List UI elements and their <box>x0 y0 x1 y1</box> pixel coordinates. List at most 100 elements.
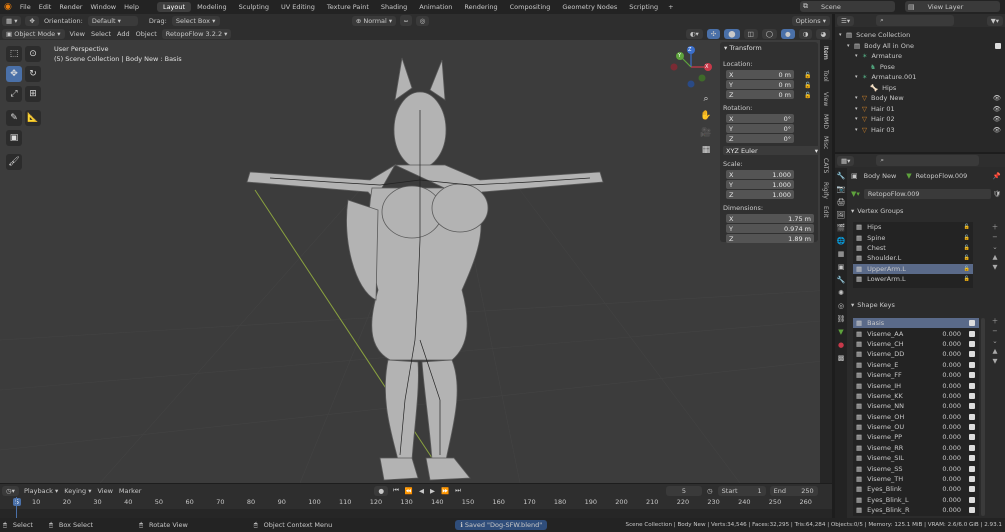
shape-key-value[interactable]: 0.000 <box>942 350 961 358</box>
tab-tool[interactable]: Tool <box>822 70 829 82</box>
shape-key-row[interactable]: ▦ Viseme_AA 0.000 <box>853 328 979 338</box>
shape-keys-panel-header[interactable]: ▾ Shape Keys <box>851 300 1001 310</box>
annotate-tool-icon[interactable]: ✎ <box>6 110 22 126</box>
remove-vertex-group-button[interactable]: − <box>989 232 1001 242</box>
lock-icon[interactable]: 🔓 <box>964 245 970 251</box>
lock-icon[interactable]: 🔓 <box>964 276 970 282</box>
rotate-tool-icon[interactable]: ↻ <box>25 66 41 82</box>
expand-arrow-icon[interactable]: ▾ <box>855 127 862 133</box>
playhead[interactable] <box>16 497 17 518</box>
proportional-edit-toggle[interactable]: ◎ <box>415 15 430 26</box>
dimension-y-field[interactable]: Y 0.974 m <box>726 224 814 233</box>
outliner-row[interactable]: ▾ ✶ Armature.001 <box>835 72 1005 83</box>
shape-key-mute-checkbox[interactable] <box>969 476 975 483</box>
menu-add[interactable]: Add <box>114 30 133 38</box>
expand-arrow-icon[interactable]: ▾ <box>855 106 862 112</box>
shape-key-mute-checkbox[interactable] <box>969 330 975 337</box>
zoom-icon[interactable]: ⌕ <box>699 92 713 106</box>
outliner-row[interactable]: ▾ ▽ Body New 👁 <box>835 93 1005 104</box>
view-layer-tab-icon[interactable]: 🖼 <box>837 211 846 219</box>
vertex-group-row[interactable]: ▦ Shoulder.L 🔓 <box>853 253 973 263</box>
shape-key-mute-checkbox[interactable] <box>969 455 975 462</box>
retopoflow-menu[interactable]: RetopoFlow 3.2.2 ▾ <box>161 28 232 39</box>
scale-y-field[interactable]: Y 1.000 <box>726 180 794 189</box>
scale-tool-icon[interactable]: ⤢ <box>6 86 22 102</box>
move-vertex-group-up-button[interactable]: ▲ <box>989 252 1001 262</box>
shape-key-value[interactable]: 0.000 <box>942 361 961 369</box>
dimension-x-field[interactable]: X 1.75 m <box>726 214 814 223</box>
shape-key-row[interactable]: ▦ Viseme_OH 0.000 <box>853 412 979 422</box>
clock-icon[interactable]: ◷ <box>704 487 716 495</box>
world-tab-icon[interactable]: 🌐 <box>837 237 846 245</box>
shape-key-value[interactable]: 0.000 <box>942 382 961 390</box>
scene-tab-icon[interactable]: 🎬 <box>837 224 846 232</box>
shape-key-mute-checkbox[interactable] <box>969 424 975 431</box>
rotation-y-field[interactable]: Y 0° <box>726 124 794 133</box>
shape-key-row[interactable]: ▦ Viseme_PP 0.000 <box>853 432 979 442</box>
menu-edit[interactable]: Edit <box>35 3 56 11</box>
shape-key-mute-checkbox[interactable] <box>969 413 975 420</box>
vertex-group-list[interactable]: ▦ Hips 🔓 ▦ Spine 🔓 ▦ Chest 🔓 ▦ Shoulder.L 🔓 ▦ UpperAr… <box>853 222 973 288</box>
mesh-name-field[interactable]: RetopoFlow.009 <box>863 188 991 199</box>
expand-arrow-icon[interactable]: ▾ <box>847 43 854 49</box>
editor-type-button[interactable]: ▦ ▾ <box>2 15 22 26</box>
workspace-tab-scripting[interactable]: Scripting <box>623 2 664 12</box>
vertex-groups-panel-header[interactable]: ▾ Vertex Groups <box>851 206 1001 216</box>
grid-icon[interactable]: ▦ <box>699 143 713 157</box>
tab-mmd[interactable]: MMD <box>822 114 829 129</box>
shading-solid-icon[interactable]: ● <box>780 28 795 39</box>
shape-key-row[interactable]: ▦ Viseme_NN 0.000 <box>853 401 979 411</box>
shape-key-mute-checkbox[interactable] <box>969 340 975 347</box>
start-frame-field[interactable]: Start 1 <box>717 485 766 496</box>
tab-cats[interactable]: CATS <box>822 158 829 173</box>
menu-render[interactable]: Render <box>55 3 86 11</box>
jump-next-key-icon[interactable]: ⏩ <box>438 487 452 495</box>
camera-icon[interactable]: 🎥 <box>699 126 713 140</box>
jump-start-icon[interactable]: ⏮ <box>390 486 402 495</box>
expand-arrow-icon[interactable]: ▾ <box>855 95 862 101</box>
shape-key-value[interactable]: 0.000 <box>942 371 961 379</box>
lock-icon[interactable]: 🔓 <box>804 81 814 91</box>
move-tool-icon[interactable]: ✥ <box>6 66 22 82</box>
workspace-tab-rendering[interactable]: Rendering <box>458 2 503 12</box>
collection-exclude-checkbox[interactable] <box>995 42 1001 49</box>
data-tab-icon[interactable]: ▼ <box>838 328 843 336</box>
shape-key-value[interactable]: 0.000 <box>942 444 961 452</box>
transform-icon[interactable]: ✥ <box>25 15 39 26</box>
expand-arrow-icon[interactable]: ▾ <box>839 32 846 38</box>
outliner-editor-type-button[interactable]: ☰▾ <box>837 15 855 26</box>
tab-view[interactable]: View <box>822 92 829 106</box>
location-y-field[interactable]: Y0 m <box>726 80 794 89</box>
shape-key-mute-checkbox[interactable] <box>969 320 975 327</box>
remove-shape-key-button[interactable]: − <box>989 326 1001 336</box>
menu-file[interactable]: File <box>16 3 35 11</box>
outliner-row[interactable]: ♞ Pose <box>835 62 1005 73</box>
lock-icon[interactable]: 🔓 <box>804 71 814 81</box>
render-tab-icon[interactable]: 📷 <box>837 185 846 193</box>
workspace-tab-shading[interactable]: Shading <box>375 2 413 12</box>
blender-logo-icon[interactable]: ◉ <box>0 2 16 12</box>
shape-key-row[interactable]: ▦ Viseme_CH 0.000 <box>853 339 979 349</box>
shape-key-value[interactable]: 0.000 <box>942 433 961 441</box>
shading-wireframe-icon[interactable]: ◯ <box>761 28 777 39</box>
constraints-tab-icon[interactable]: ⛓ <box>837 315 846 323</box>
location-x-field[interactable]: X0 m <box>726 70 794 79</box>
workspace-tab-compositing[interactable]: Compositing <box>504 2 557 12</box>
shape-key-row[interactable]: ▦ Eyes_Blink 0.000 <box>853 484 979 494</box>
drag-dropdown[interactable]: Select Box ▾ <box>171 15 220 26</box>
menu-select[interactable]: Select <box>88 30 114 38</box>
shape-key-specials-button[interactable]: ⌄ <box>989 336 1001 346</box>
collection-tab-icon[interactable]: ▦ <box>838 250 845 258</box>
shape-key-value[interactable]: 0.000 <box>942 330 961 338</box>
add-cube-tool-icon[interactable]: ▣ <box>6 130 22 146</box>
shape-key-scrollbar[interactable] <box>981 318 985 516</box>
scale-z-field[interactable]: Z 1.000 <box>726 190 794 199</box>
workspace-tab-geometry-nodes[interactable]: Geometry Nodes <box>556 2 623 12</box>
lock-icon[interactable]: 🔓 <box>964 255 970 261</box>
shape-key-row[interactable]: ▦ Viseme_E 0.000 <box>853 360 979 370</box>
modifier-tab-icon[interactable]: 🔧 <box>837 276 846 284</box>
shape-key-mute-checkbox[interactable] <box>969 486 975 493</box>
overlay-toggle-icon[interactable]: ⬤ <box>724 28 740 39</box>
tool-tab-icon[interactable]: 🔧 <box>837 172 846 180</box>
physics-tab-icon[interactable]: ◎ <box>838 302 844 310</box>
